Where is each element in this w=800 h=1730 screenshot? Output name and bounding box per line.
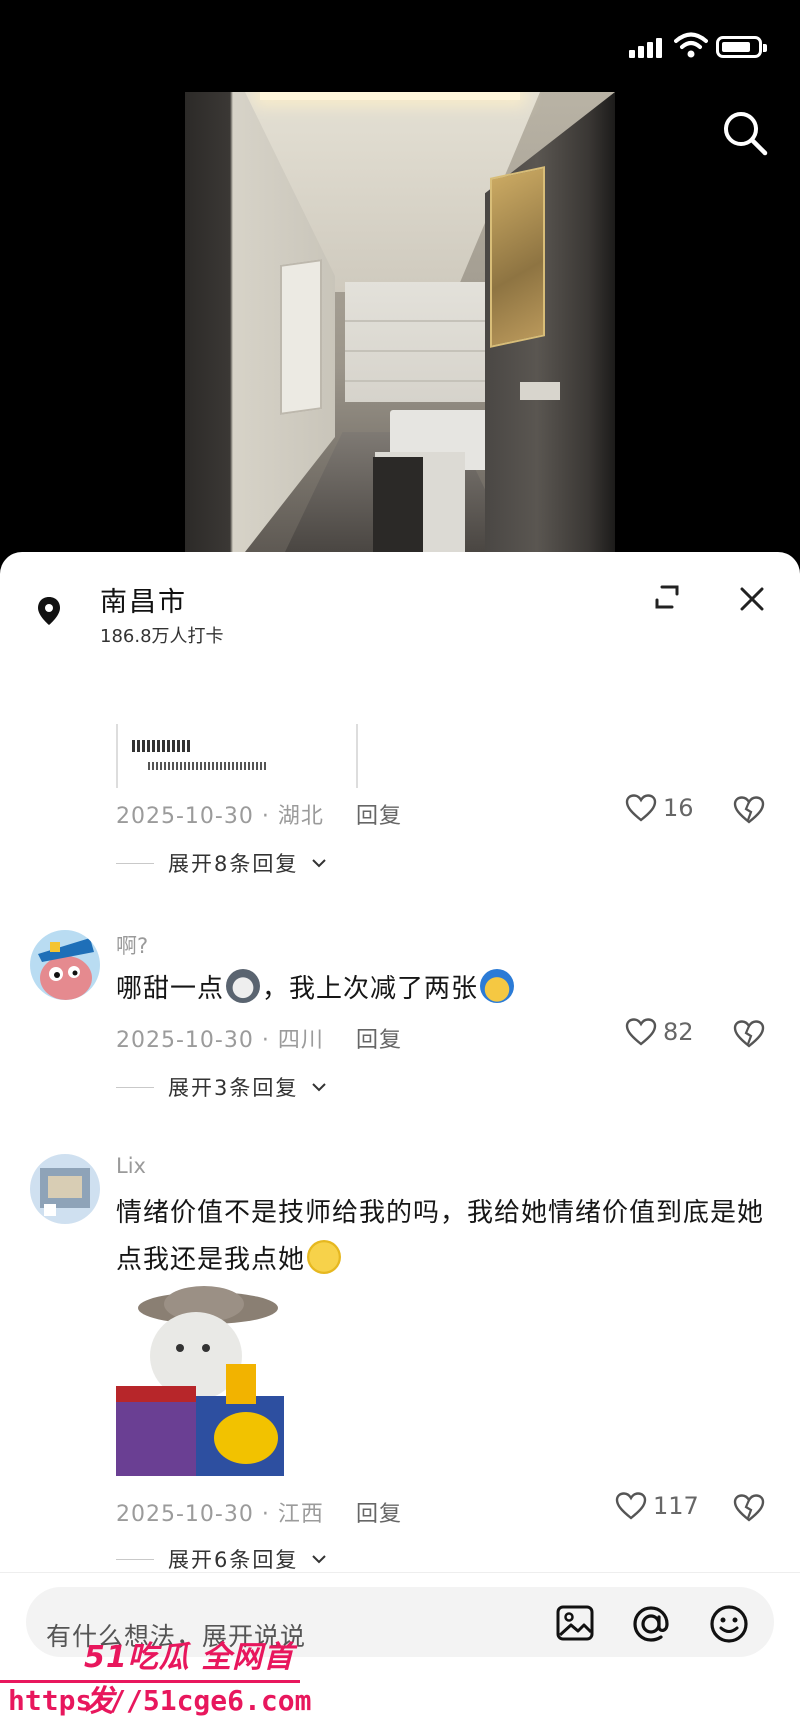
battery-icon (716, 36, 767, 58)
location-pin-icon (38, 597, 60, 625)
signal-icon (629, 38, 662, 58)
expand-replies-button[interactable]: 展开8条回复 (116, 848, 327, 878)
heart-icon (615, 1492, 647, 1520)
expand-replies-label: 展开3条回复 (168, 1076, 299, 1100)
expand-replies-button[interactable]: 展开3条回复 (116, 1072, 327, 1102)
like-button[interactable]: 16 (625, 794, 694, 822)
comment-username[interactable]: 啊? (116, 930, 148, 960)
cat-emoji-icon (226, 969, 261, 1003)
watermark: 51吃瓜 全网首发 https://51cge6.com (0, 1632, 320, 1730)
video-frame[interactable] (185, 92, 615, 552)
heart-icon (625, 794, 657, 822)
chevron-down-icon (312, 859, 327, 868)
like-button[interactable]: 117 (615, 1492, 699, 1520)
comment-sticker-image[interactable] (116, 1286, 304, 1476)
comment-attachment-image[interactable] (116, 724, 358, 788)
comment-username[interactable]: Lix (116, 1154, 146, 1178)
chevron-down-icon (312, 1555, 327, 1564)
comment-date-region: 2025-10-30 · 四川 (116, 1028, 324, 1053)
expand-replies-button[interactable]: 展开6条回复 (116, 1544, 327, 1574)
expand-replies-label: 展开8条回复 (168, 852, 299, 876)
comment-text: 哪甜一点 ，我上次减了两张 (116, 966, 776, 1013)
comment-text: 情绪价值不是技师给我的吗，我给她情绪价值到底是她点我还是我点她 (116, 1190, 776, 1284)
watermark-url: https://51cge6.com (8, 1684, 312, 1717)
like-count: 82 (663, 1018, 694, 1046)
status-bar (0, 0, 800, 90)
broken-heart-icon[interactable] (733, 1020, 765, 1048)
like-button[interactable]: 82 (625, 1018, 694, 1046)
comment-text-part: 情绪价值不是技师给我的吗，我给她情绪价值到底是她点我还是我点她 (116, 1198, 765, 1275)
emoji-icon[interactable] (708, 1603, 750, 1645)
reply-button[interactable]: 回复 (356, 798, 402, 830)
image-icon[interactable] (556, 1605, 594, 1641)
close-icon[interactable] (733, 580, 771, 618)
checkin-count: 186.8万人打卡 (100, 626, 224, 647)
at-icon[interactable] (630, 1603, 672, 1645)
location-sheet: 南昌市 186.8万人打卡 2025-10-30 · 湖北 回复 16 展开8条… (0, 552, 800, 1730)
expand-icon[interactable] (652, 582, 682, 612)
chevron-down-icon (312, 1083, 327, 1092)
shy-emoji-icon (307, 1240, 342, 1274)
reply-button[interactable]: 回复 (356, 1022, 402, 1054)
crying-emoji-icon (480, 969, 515, 1003)
avatar[interactable] (30, 930, 100, 1000)
like-count: 117 (653, 1492, 699, 1520)
expand-replies-label: 展开6条回复 (168, 1548, 299, 1572)
comment-date-region: 2025-10-30 · 江西 (116, 1502, 324, 1527)
heart-icon (625, 1018, 657, 1046)
like-count: 16 (663, 794, 694, 822)
location-name[interactable]: 南昌市 (100, 580, 187, 619)
reply-button[interactable]: 回复 (356, 1496, 402, 1528)
comment-text-part: ，我上次减了两张 (262, 974, 479, 1004)
comment-date-region: 2025-10-30 · 湖北 (116, 804, 324, 829)
avatar[interactable] (30, 1154, 100, 1224)
comment-text-part: 哪甜一点 (116, 974, 225, 1004)
broken-heart-icon[interactable] (733, 1494, 765, 1522)
search-icon[interactable] (720, 108, 770, 158)
broken-heart-icon[interactable] (733, 796, 765, 824)
wifi-icon (674, 32, 708, 58)
sheet-header: 南昌市 186.8万人打卡 (0, 552, 800, 652)
